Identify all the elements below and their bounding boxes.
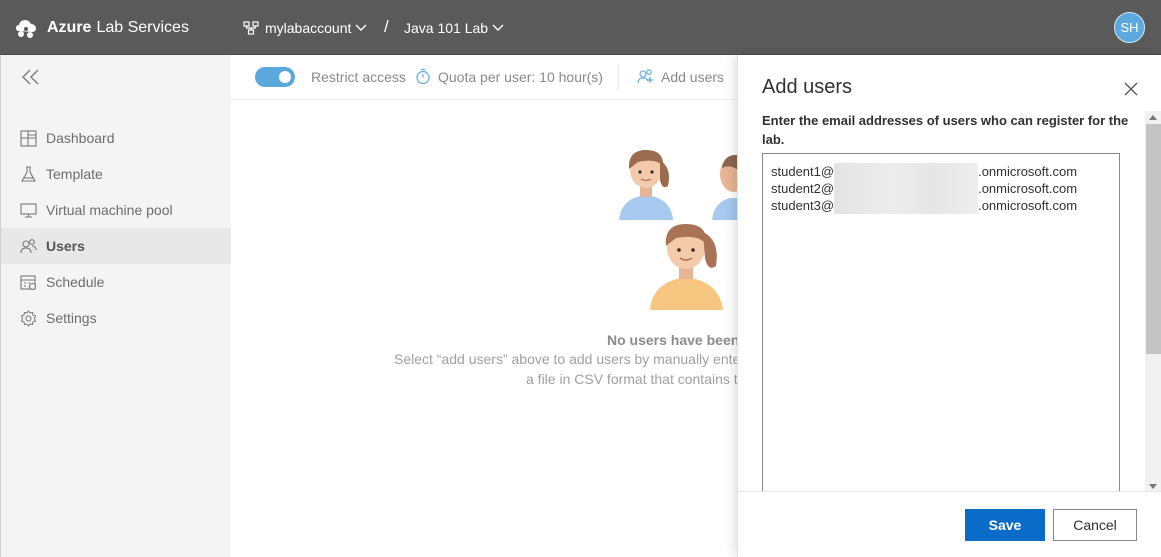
add-users-button[interactable]: Add users (661, 69, 724, 85)
sidebar: Dashboard Template Virtual machine pool … (0, 55, 232, 557)
user-avatar[interactable]: SH (1114, 12, 1145, 43)
sidebar-item-label: Settings (46, 310, 97, 326)
breadcrumb-separator: / (384, 17, 389, 36)
users-icon (20, 238, 37, 253)
brand-product: Lab Services (96, 19, 189, 36)
account-selector[interactable]: mylabaccount (243, 18, 367, 38)
email-entry: student1@ .onmicrosoft.com (771, 163, 1111, 180)
calendar-icon (20, 274, 37, 290)
sidebar-item-dashboard[interactable]: Dashboard (1, 120, 232, 156)
panel-title: Add users (762, 76, 853, 98)
sidebar-item-label: Template (46, 166, 103, 182)
sidebar-item-label: Schedule (46, 274, 105, 290)
scroll-up-arrow-icon[interactable] (1149, 115, 1157, 120)
account-name: mylabaccount (265, 20, 352, 36)
sidebar-item-virtual-machine-pool[interactable]: Virtual machine pool (1, 192, 232, 228)
email-addresses-textarea[interactable]: student1@ .onmicrosoft.com student2@ .onmi… (762, 153, 1120, 493)
email-suffix: .onmicrosoft.com (978, 198, 1078, 213)
email-suffix: .onmicrosoft.com (978, 164, 1078, 179)
empty-state-description-line2: a file in CSV format that contains t (526, 371, 738, 387)
email-entry: student2@ .onmicrosoft.com (771, 180, 1111, 197)
brand-azure: Azure (47, 19, 92, 36)
email-suffix: .onmicrosoft.com (978, 181, 1078, 196)
scrollbar-thumb[interactable] (1146, 124, 1161, 354)
redacted-domain (834, 180, 979, 197)
add-users-icon (637, 69, 653, 84)
sidebar-item-label: Virtual machine pool (46, 202, 173, 218)
panel-footer: Save Cancel (738, 491, 1161, 557)
redacted-domain (834, 197, 979, 214)
quota-button[interactable]: Quota per user: 10 hour(s) (438, 69, 603, 85)
email-prefix: student2@ (771, 181, 835, 196)
sidebar-item-users[interactable]: Users (1, 228, 232, 264)
timer-icon (416, 68, 430, 85)
sidebar-item-label: Dashboard (46, 130, 115, 146)
sidebar-item-schedule[interactable]: Schedule (1, 264, 232, 300)
toolbar-divider (618, 64, 619, 90)
sidebar-item-template[interactable]: Template (1, 156, 232, 192)
lab-selector[interactable]: Java 101 Lab (404, 18, 504, 38)
collapse-sidebar-icon[interactable] (21, 68, 41, 86)
email-entry: student3@ .onmicrosoft.com (771, 197, 1111, 214)
brand[interactable]: Azure Lab Services (14, 16, 189, 40)
email-prefix: student1@ (771, 164, 835, 179)
chevron-down-icon (355, 24, 367, 31)
cancel-button[interactable]: Cancel (1053, 509, 1137, 541)
empty-state-title: No users have been (607, 332, 740, 348)
lab-account-icon (243, 21, 259, 35)
sidebar-item-settings[interactable]: Settings (1, 300, 232, 336)
close-icon[interactable] (1123, 81, 1139, 97)
panel-scrollbar[interactable] (1145, 111, 1161, 493)
restrict-access-toggle[interactable] (255, 67, 295, 87)
flask-icon (21, 165, 36, 182)
redacted-domain (834, 163, 979, 180)
azure-lab-logo-icon (16, 20, 36, 38)
restrict-access-label: Restrict access (311, 69, 406, 85)
lab-name: Java 101 Lab (404, 20, 489, 36)
chevron-down-icon (492, 24, 504, 31)
gear-icon (20, 309, 37, 327)
email-prefix: student3@ (771, 198, 835, 213)
save-button[interactable]: Save (965, 509, 1045, 541)
top-header: Azure Lab Services mylabaccount / Java 1… (0, 0, 1161, 55)
scroll-down-arrow-icon[interactable] (1149, 484, 1157, 489)
sidebar-item-label: Users (46, 238, 85, 254)
panel-description: Enter the email addresses of users who c… (762, 113, 1129, 147)
dashboard-icon (20, 129, 37, 147)
add-users-panel: Add users Enter the email addresses of u… (737, 55, 1161, 557)
empty-state-description-line1: Select “add users” above to add users by… (394, 351, 741, 367)
monitor-icon (20, 202, 37, 218)
